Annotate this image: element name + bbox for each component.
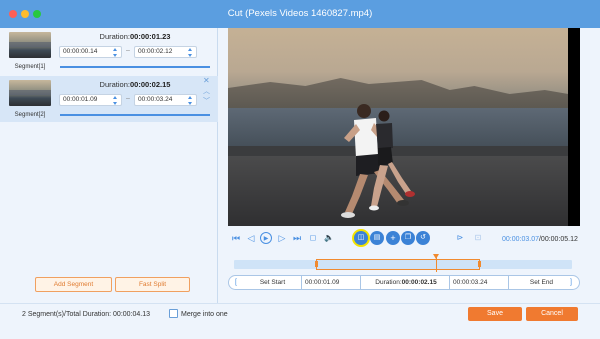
merge-checkbox[interactable] [169,309,178,318]
previous-frame-icon[interactable]: ◁ [245,232,257,244]
end-time-value: 00:00:02.12 [138,48,173,55]
segment-end-field[interactable]: 00:00:02.12 [134,46,197,58]
segment-summary: 2 Segment(s)/Total Duration: 00:00:04.13 [22,311,151,318]
segment-item-1[interactable]: Segment[1] Duration:00:00:01.23 00:00:00… [0,28,218,74]
move-up-icon[interactable]: ︿ [203,86,210,96]
segment-progress-bar [60,66,210,68]
duration-label: Duration: [375,279,402,286]
mark-in-icon[interactable]: ⊳ [454,232,466,244]
end-time-field[interactable]: 00:00:03.24 [453,276,507,289]
segment-start-field[interactable]: 00:00:00.14 [59,46,122,58]
add-icon[interactable]: + [386,231,400,245]
divider [449,276,450,289]
title-bar: Cut (Pexels Videos 1460827.mp4) [0,0,600,28]
start-time-value: 00:00:00.14 [63,48,98,55]
mark-out-icon[interactable]: ⊡ [472,232,484,244]
duration-label: Duration: [99,80,130,89]
current-time: 00:00:03.07 [502,236,539,243]
segment-label: Segment[1] [14,64,46,70]
duration-value: 00:00:01.23 [129,32,171,41]
segment-end-field[interactable]: 00:00:03.24 [134,94,197,106]
set-start-button[interactable]: Set Start [243,276,302,289]
segment-duration: Duration:00:00:02.15 [60,80,210,89]
segment-list-panel: Segment[1] Duration:00:00:01.23 00:00:00… [0,28,218,303]
time-display: 00:00:03.07/00:00:05.12 [502,236,578,243]
move-down-icon[interactable]: ﹀ [203,96,210,106]
total-time: /00:00:05.12 [538,236,578,243]
video-preview[interactable] [228,28,580,226]
play-icon[interactable]: ▶ [260,232,272,244]
segment-thumbnail [9,32,51,58]
duration-value: 00:00:02.15 [401,279,437,286]
segment-duration: Duration:00:00:01.23 [60,32,210,41]
delete-segment-icon[interactable]: ✕ [203,76,210,85]
trim-start-handle[interactable] [315,261,318,267]
copy-icon[interactable]: ❐ [401,231,415,245]
duration-value: 00:00:02.15 [129,80,171,89]
video-letterbox [568,28,580,226]
duration-label: Duration: [99,32,130,41]
window-title: Cut (Pexels Videos 1460827.mp4) [227,8,373,19]
segment-progress-bar [60,114,210,116]
divider [301,276,302,289]
start-time-field[interactable]: 00:00:01.09 [305,276,359,289]
start-stepper-icon[interactable] [113,48,118,57]
end-bracket-icon: ] [570,279,572,286]
range-dash: – [126,95,130,102]
divider [360,276,361,289]
cut-window: Cut (Pexels Videos 1460827.mp4) Segment[… [0,0,600,339]
trim-end-handle[interactable] [478,261,481,267]
split-icon[interactable]: ◫ [354,231,368,245]
end-stepper-icon[interactable] [188,96,193,105]
merge-label: Merge into one [181,311,228,318]
divider [508,276,509,289]
end-stepper-icon[interactable] [188,48,193,57]
fast-split-button[interactable]: Fast Split [115,277,190,292]
skip-to-end-icon[interactable]: ⏭ [291,232,303,244]
video-runners [341,104,415,218]
stop-icon[interactable]: ◻ [307,232,319,244]
add-segment-button[interactable]: Add Segment [35,277,112,292]
start-stepper-icon[interactable] [113,96,118,105]
trim-range[interactable] [315,259,481,270]
delete-icon[interactable]: ▤ [370,231,384,245]
playhead[interactable] [433,254,439,272]
range-dash: – [126,47,130,54]
set-end-button[interactable]: Set End [512,276,571,289]
duration-display: Duration:00:00:02.15 [364,276,448,289]
next-frame-icon[interactable]: ▷ [276,232,288,244]
save-button[interactable]: Save [468,307,522,321]
reset-icon[interactable]: ↺ [416,231,430,245]
skip-to-start-icon[interactable]: ⏮ [230,232,242,244]
volume-icon[interactable]: 🔈 [323,232,335,244]
segment-start-field[interactable]: 00:00:01.09 [59,94,122,106]
cancel-button[interactable]: Cancel [526,307,578,321]
segment-thumbnail [9,80,51,106]
start-time-value: 00:00:01.09 [63,96,98,103]
segment-item-2[interactable]: Segment[2] Duration:00:00:02.15 00:00:01… [0,76,218,122]
segment-label: Segment[2] [14,112,46,118]
trim-control-bar: [ Set Start 00:00:01.09 Duration:00:00:0… [228,275,580,290]
start-bracket-icon: [ [235,279,237,286]
end-time-value: 00:00:03.24 [138,96,173,103]
